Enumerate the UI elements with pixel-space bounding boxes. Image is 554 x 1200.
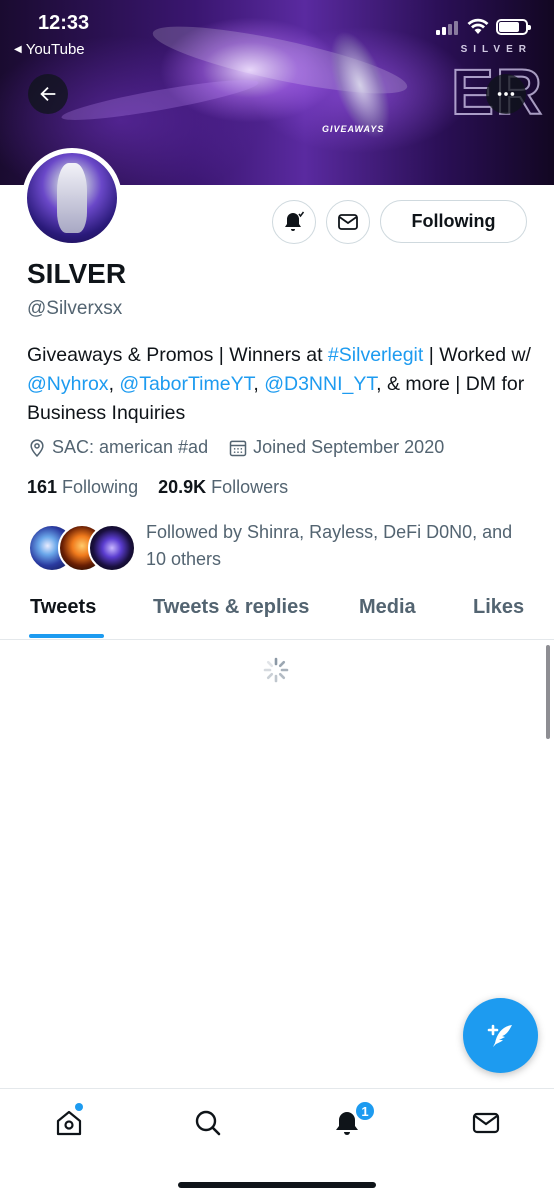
bell-icon (285, 211, 305, 231)
followed-by-text[interactable]: Followed by Shinra, Rayless, DeFi D0N0, … (146, 519, 536, 573)
banner-giveaways-text: GIVEAWAYS (322, 124, 385, 134)
location-icon (30, 438, 44, 457)
mention-link[interactable]: @Nyhrox (27, 373, 109, 395)
nav-search[interactable] (192, 1107, 224, 1139)
follower-avatar (88, 524, 136, 572)
wifi-icon (466, 17, 490, 40)
profile-tabs: Tweets Tweets & replies Media Likes (0, 588, 554, 640)
back-triangle-icon: ◀ (14, 44, 22, 55)
compose-icon (487, 1024, 512, 1047)
mail-icon (338, 214, 358, 230)
joined-text: Joined September 2020 (253, 437, 445, 457)
back-arrow-icon (40, 86, 56, 102)
following-stat[interactable]: 161 Following (27, 477, 138, 498)
banner-small-text: SILVER (460, 44, 532, 55)
following-label: Following (62, 477, 139, 497)
following-button[interactable]: Following (380, 200, 527, 243)
followers-count: 20.9K (158, 477, 207, 497)
calendar-icon (229, 440, 247, 456)
joined-item: Joined September 2020 (228, 437, 444, 458)
location-item: SAC: american #ad (27, 437, 208, 458)
active-tab-indicator (29, 634, 104, 638)
followed-by-avatars[interactable] (28, 524, 138, 574)
nav-messages[interactable] (470, 1107, 502, 1139)
following-count: 161 (27, 477, 58, 497)
notification-badge: 1 (354, 1100, 376, 1122)
profile-bio: Giveaways & Promos | Winners at #Silverl… (27, 341, 532, 428)
tab-media[interactable]: Media (359, 596, 416, 619)
bio-text: , (108, 373, 120, 395)
user-handle: @Silverxsx (27, 298, 123, 319)
messages-icon (472, 1112, 500, 1134)
search-icon (195, 1110, 221, 1136)
bio-text: Giveaways & Promos | Winners at (27, 344, 328, 366)
back-button[interactable] (28, 74, 68, 114)
back-app-label: YouTube (25, 41, 85, 58)
message-button[interactable] (326, 200, 370, 244)
more-icon (497, 92, 515, 96)
compose-tweet-button[interactable] (463, 998, 538, 1073)
location-text: SAC: american #ad (52, 437, 209, 457)
bio-text: | Worked w/ (423, 344, 531, 366)
more-options-button[interactable] (486, 74, 526, 114)
notifications-subscribe-button[interactable] (272, 200, 316, 244)
nav-home[interactable] (53, 1107, 85, 1139)
profile-avatar[interactable] (22, 148, 122, 248)
cellular-signal-icon (436, 21, 458, 35)
home-unread-dot (75, 1103, 83, 1111)
home-indicator[interactable] (178, 1182, 376, 1188)
back-to-app-link[interactable]: ◀ YouTube (14, 41, 85, 58)
followers-stat[interactable]: 20.9K Followers (158, 477, 288, 498)
profile-meta: SAC: american #ad Joined September 2020 (27, 437, 464, 458)
tab-tweets[interactable]: Tweets (30, 596, 96, 619)
display-name: SILVER (27, 258, 127, 289)
mention-link[interactable]: @D3NNI_YT (264, 373, 376, 395)
tab-likes[interactable]: Likes (473, 596, 524, 619)
follow-stats: 161 Following 20.9K Followers (27, 477, 308, 498)
tab-tweets-replies[interactable]: Tweets & replies (153, 596, 309, 619)
bio-text: , (253, 373, 265, 395)
loading-spinner-icon (263, 657, 289, 683)
mention-link[interactable]: @TaborTimeYT (119, 373, 253, 395)
battery-icon (496, 19, 531, 35)
scrollbar[interactable] (546, 645, 550, 739)
followers-label: Followers (211, 477, 289, 497)
status-time: 12:33 (38, 12, 90, 34)
hashtag-link[interactable]: #Silverlegit (328, 344, 423, 366)
home-icon (56, 1110, 82, 1136)
